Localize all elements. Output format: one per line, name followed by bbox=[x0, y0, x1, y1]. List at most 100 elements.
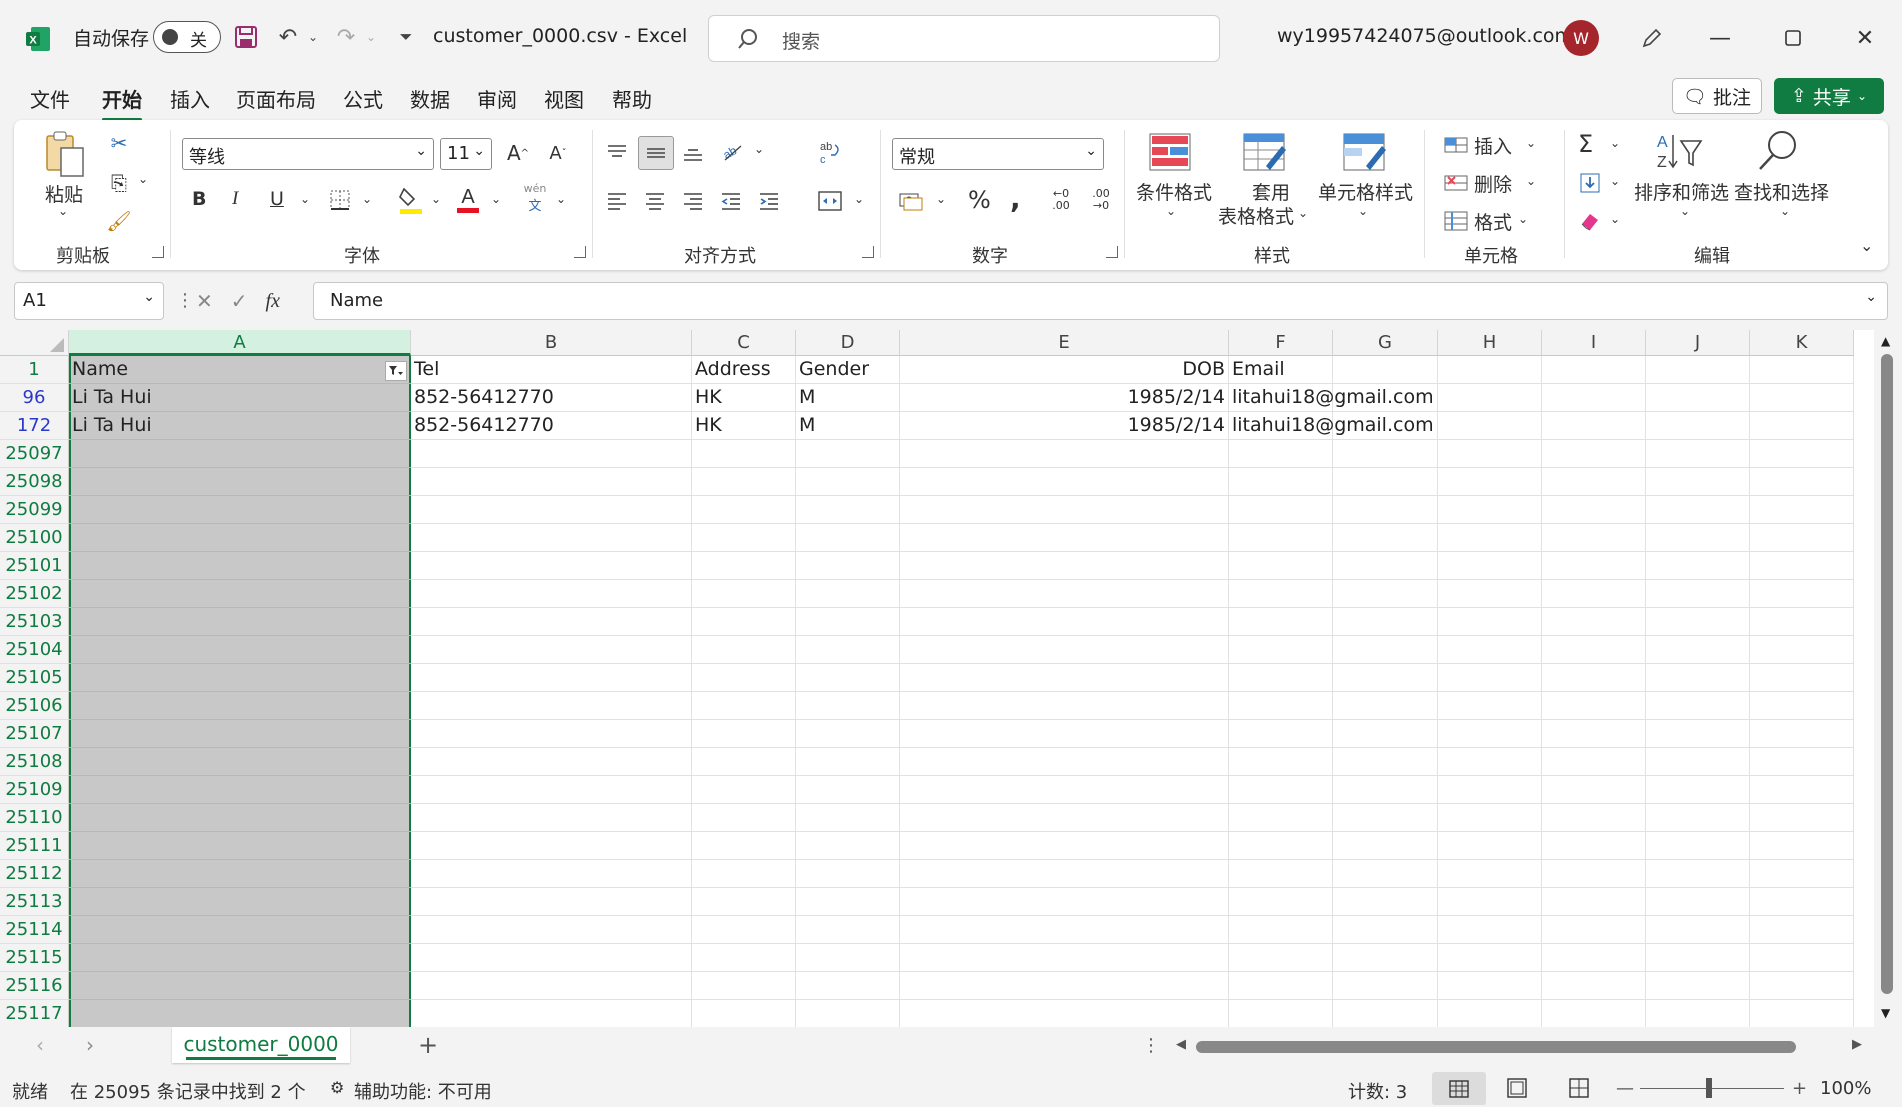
format-cells-icon[interactable] bbox=[1442, 208, 1470, 234]
table-cell[interactable] bbox=[1438, 832, 1542, 860]
table-cell[interactable] bbox=[411, 832, 692, 860]
cut-icon[interactable]: ✂ bbox=[106, 130, 132, 156]
table-cell[interactable] bbox=[1229, 608, 1333, 636]
table-cell[interactable] bbox=[1646, 916, 1750, 944]
table-cell[interactable]: Tel bbox=[411, 356, 692, 384]
row-header[interactable]: 25112 bbox=[0, 860, 69, 888]
chevron-down-icon[interactable]: ⌄ bbox=[431, 192, 441, 206]
table-cell[interactable] bbox=[69, 944, 411, 972]
percent-icon[interactable]: % bbox=[968, 186, 991, 214]
table-cell[interactable] bbox=[900, 608, 1229, 636]
table-cell[interactable] bbox=[1542, 412, 1646, 440]
format-painter-icon[interactable]: 🖌 bbox=[106, 208, 132, 234]
table-cell[interactable] bbox=[1438, 692, 1542, 720]
column-header-g[interactable]: G bbox=[1333, 330, 1438, 356]
table-cell[interactable] bbox=[1750, 944, 1854, 972]
conditional-formatting-icon[interactable] bbox=[1146, 130, 1194, 174]
autosave-toggle[interactable]: 关 bbox=[153, 21, 221, 53]
table-cell[interactable] bbox=[1438, 608, 1542, 636]
chevron-down-icon[interactable]: ⌄ bbox=[138, 172, 148, 186]
delete-cells-label[interactable]: 删除 bbox=[1474, 170, 1512, 197]
table-cell[interactable] bbox=[411, 888, 692, 916]
add-sheet-icon[interactable]: + bbox=[418, 1031, 438, 1059]
table-cell[interactable] bbox=[900, 552, 1229, 580]
tab-home[interactable]: 开始 bbox=[102, 84, 142, 121]
table-cell[interactable] bbox=[1438, 384, 1542, 412]
table-cell[interactable] bbox=[69, 664, 411, 692]
table-cell[interactable] bbox=[411, 944, 692, 972]
table-cell[interactable] bbox=[1542, 524, 1646, 552]
table-cell[interactable] bbox=[411, 720, 692, 748]
accounting-format-icon[interactable] bbox=[896, 186, 926, 216]
table-cell[interactable] bbox=[1646, 720, 1750, 748]
table-cell[interactable] bbox=[692, 804, 796, 832]
table-cell[interactable] bbox=[900, 944, 1229, 972]
table-cell[interactable]: DOB bbox=[900, 356, 1229, 384]
table-cell[interactable] bbox=[1750, 748, 1854, 776]
table-cell[interactable] bbox=[796, 804, 900, 832]
table-cell[interactable]: Name bbox=[69, 356, 411, 384]
format-as-table-label-line1[interactable]: 套用 bbox=[1252, 178, 1290, 205]
cancel-icon[interactable]: ✕ bbox=[196, 289, 213, 313]
table-cell[interactable] bbox=[1750, 692, 1854, 720]
row-header[interactable]: 25107 bbox=[0, 720, 69, 748]
table-cell[interactable] bbox=[69, 440, 411, 468]
table-cell[interactable] bbox=[1229, 832, 1333, 860]
table-cell[interactable] bbox=[1542, 552, 1646, 580]
wrap-text-icon[interactable]: ab c bbox=[814, 136, 846, 168]
align-top-icon[interactable] bbox=[602, 138, 632, 168]
table-cell[interactable] bbox=[1333, 972, 1438, 1000]
table-cell[interactable] bbox=[1229, 916, 1333, 944]
table-cell[interactable] bbox=[69, 1000, 411, 1027]
table-cell[interactable] bbox=[1646, 384, 1750, 412]
table-cell[interactable]: 1985/2/14 bbox=[900, 384, 1229, 412]
cell-styles-icon[interactable] bbox=[1340, 130, 1388, 174]
table-cell[interactable] bbox=[900, 748, 1229, 776]
table-cell[interactable] bbox=[411, 468, 692, 496]
table-cell[interactable] bbox=[796, 748, 900, 776]
table-cell[interactable] bbox=[1438, 636, 1542, 664]
table-cell[interactable] bbox=[69, 496, 411, 524]
table-cell[interactable] bbox=[1542, 888, 1646, 916]
table-cell[interactable] bbox=[796, 776, 900, 804]
table-cell[interactable] bbox=[1542, 608, 1646, 636]
table-cell[interactable] bbox=[692, 860, 796, 888]
table-cell[interactable] bbox=[900, 804, 1229, 832]
table-cell[interactable] bbox=[1750, 720, 1854, 748]
table-cell[interactable]: Address bbox=[692, 356, 796, 384]
insert-function-icon[interactable]: fx bbox=[266, 290, 280, 313]
table-cell[interactable] bbox=[1333, 636, 1438, 664]
table-cell[interactable] bbox=[1646, 748, 1750, 776]
chevron-down-icon[interactable]: ⌄ bbox=[754, 142, 764, 156]
table-cell[interactable]: litahui18@gmail.com bbox=[1229, 384, 1434, 412]
table-cell[interactable] bbox=[69, 692, 411, 720]
find-select-icon[interactable] bbox=[1752, 128, 1802, 174]
table-cell[interactable] bbox=[1750, 384, 1854, 412]
font-name-select[interactable]: 等线 ⌄ bbox=[182, 138, 434, 170]
table-cell[interactable]: 852-56412770 bbox=[411, 384, 692, 412]
table-cell[interactable] bbox=[1333, 552, 1438, 580]
table-cell[interactable]: Li Ta Hui bbox=[69, 412, 411, 440]
table-cell[interactable] bbox=[1333, 720, 1438, 748]
table-cell[interactable] bbox=[411, 608, 692, 636]
table-cell[interactable] bbox=[1646, 356, 1750, 384]
table-cell[interactable] bbox=[1333, 1000, 1438, 1027]
chevron-down-icon[interactable]: ⌄ bbox=[1166, 204, 1176, 218]
accessibility-status[interactable]: 辅助功能: 不可用 bbox=[354, 1078, 492, 1104]
chevron-down-icon[interactable]: ⌄ bbox=[491, 192, 501, 206]
column-header-b[interactable]: B bbox=[411, 330, 692, 356]
zoom-level[interactable]: 100% bbox=[1820, 1078, 1871, 1099]
table-cell[interactable] bbox=[1229, 580, 1333, 608]
table-cell[interactable] bbox=[1229, 664, 1333, 692]
table-cell[interactable] bbox=[1542, 944, 1646, 972]
underline-button[interactable]: U bbox=[270, 188, 284, 210]
table-cell[interactable] bbox=[900, 776, 1229, 804]
increase-font-icon[interactable]: A ^ bbox=[504, 138, 532, 168]
formula-input[interactable]: Name ⌄ bbox=[313, 282, 1888, 320]
align-right-icon[interactable] bbox=[678, 186, 708, 216]
filter-dropdown-icon[interactable] bbox=[385, 361, 407, 381]
table-cell[interactable] bbox=[1333, 944, 1438, 972]
table-cell[interactable] bbox=[1438, 412, 1542, 440]
table-cell[interactable] bbox=[1438, 1000, 1542, 1027]
table-cell[interactable] bbox=[1333, 496, 1438, 524]
